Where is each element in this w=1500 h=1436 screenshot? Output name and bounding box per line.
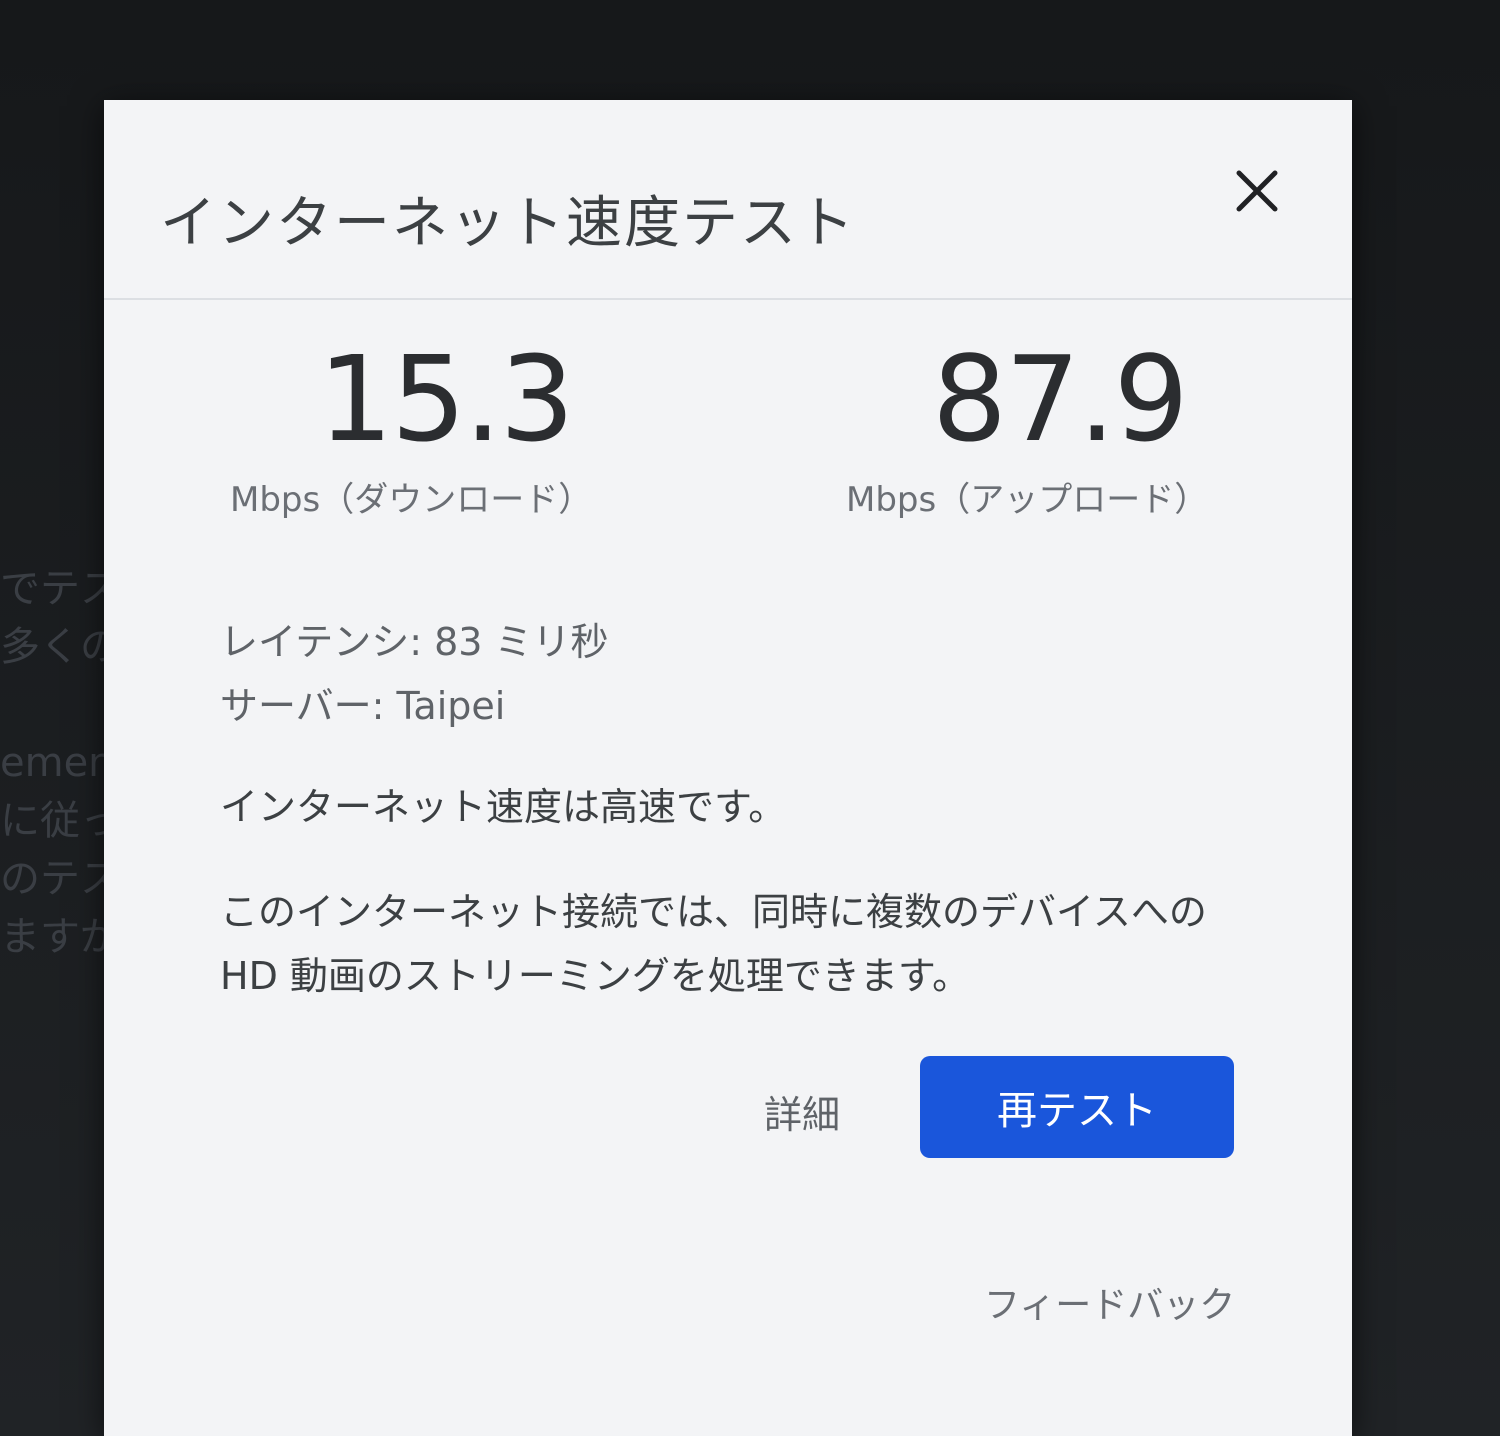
- upload-speed-label: Mbps（アップロード）: [846, 480, 1209, 520]
- dialog-header: インターネット速度テスト: [104, 100, 1352, 300]
- download-speed-value: 15.3: [318, 330, 575, 468]
- latency-text: レイテンシ: 83 ミリ秒: [220, 620, 609, 664]
- speed-description: このインターネット接続では、同時に複数のデバイスへの HD 動画のストリーミング…: [220, 890, 1207, 998]
- upload-metric: 87.9 Mbps（アップロード）: [846, 340, 1208, 521]
- retest-button[interactable]: 再テスト: [920, 1056, 1234, 1158]
- speed-summary: インターネット速度は高速です。: [220, 785, 787, 829]
- close-button[interactable]: [1222, 156, 1292, 226]
- speed-test-dialog: インターネット速度テスト 15.3 Mbps（ダウンロード） 87.9 Mbps…: [104, 100, 1352, 1436]
- upload-speed-value: 87.9: [932, 330, 1189, 468]
- download-metric: 15.3 Mbps（ダウンロード）: [230, 340, 592, 521]
- server-text: サーバー: Taipei: [220, 684, 506, 728]
- download-speed-label: Mbps（ダウンロード）: [230, 480, 593, 520]
- dialog-title: インターネット速度テスト: [160, 191, 856, 256]
- close-icon: [1236, 170, 1278, 212]
- feedback-link[interactable]: フィードバック: [984, 1276, 1235, 1328]
- connection-info: レイテンシ: 83 ミリ秒 サーバー: Taipei: [220, 610, 609, 738]
- details-button[interactable]: 詳細: [764, 1084, 840, 1139]
